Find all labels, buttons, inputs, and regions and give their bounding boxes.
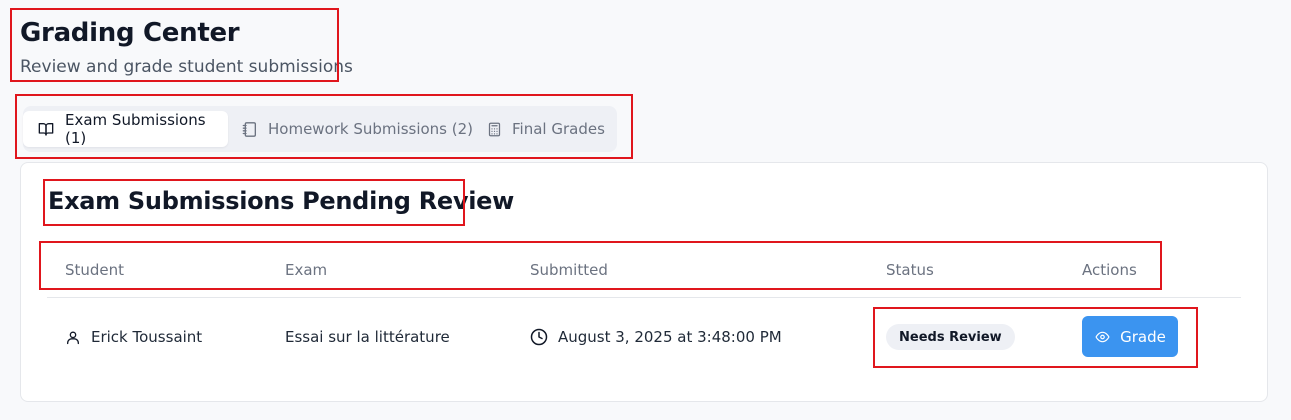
column-header-status: Status (886, 261, 934, 279)
tab-list: Exam Submissions (1) Homework Submission… (23, 106, 617, 152)
exam-cell: Essai sur la littérature (285, 328, 450, 346)
clock-icon (530, 328, 548, 346)
tab-final-grades[interactable]: Final Grades (473, 111, 613, 147)
grade-button[interactable]: Grade (1082, 316, 1178, 357)
tab-label: Final Grades (512, 120, 605, 138)
calculator-icon (488, 122, 501, 136)
page-title: Grading Center (20, 18, 240, 48)
tab-exam-submissions[interactable]: Exam Submissions (1) (23, 111, 228, 147)
column-header-submitted: Submitted (530, 261, 608, 279)
column-header-actions: Actions (1082, 261, 1137, 279)
table-header-divider (47, 297, 1241, 298)
eye-icon (1095, 331, 1110, 342)
tab-homework-submissions[interactable]: Homework Submissions (2) (228, 111, 473, 147)
notebook-icon (242, 121, 256, 137)
user-icon (67, 331, 79, 344)
column-header-exam: Exam (285, 261, 328, 279)
status-badge: Needs Review (886, 324, 1015, 350)
section-title: Exam Submissions Pending Review (48, 187, 514, 215)
student-name: Erick Toussaint (91, 328, 203, 346)
student-cell: Erick Toussaint (65, 328, 202, 346)
submitted-cell: August 3, 2025 at 3:48:00 PM (530, 328, 782, 346)
tab-label: Homework Submissions (2) (268, 120, 474, 138)
page-subtitle: Review and grade student submissions (20, 57, 353, 77)
submitted-date: August 3, 2025 at 3:48:00 PM (558, 328, 782, 346)
tab-label: Exam Submissions (1) (65, 111, 206, 147)
grade-button-label: Grade (1120, 327, 1166, 346)
book-open-icon (38, 123, 54, 136)
column-header-student: Student (65, 261, 125, 279)
